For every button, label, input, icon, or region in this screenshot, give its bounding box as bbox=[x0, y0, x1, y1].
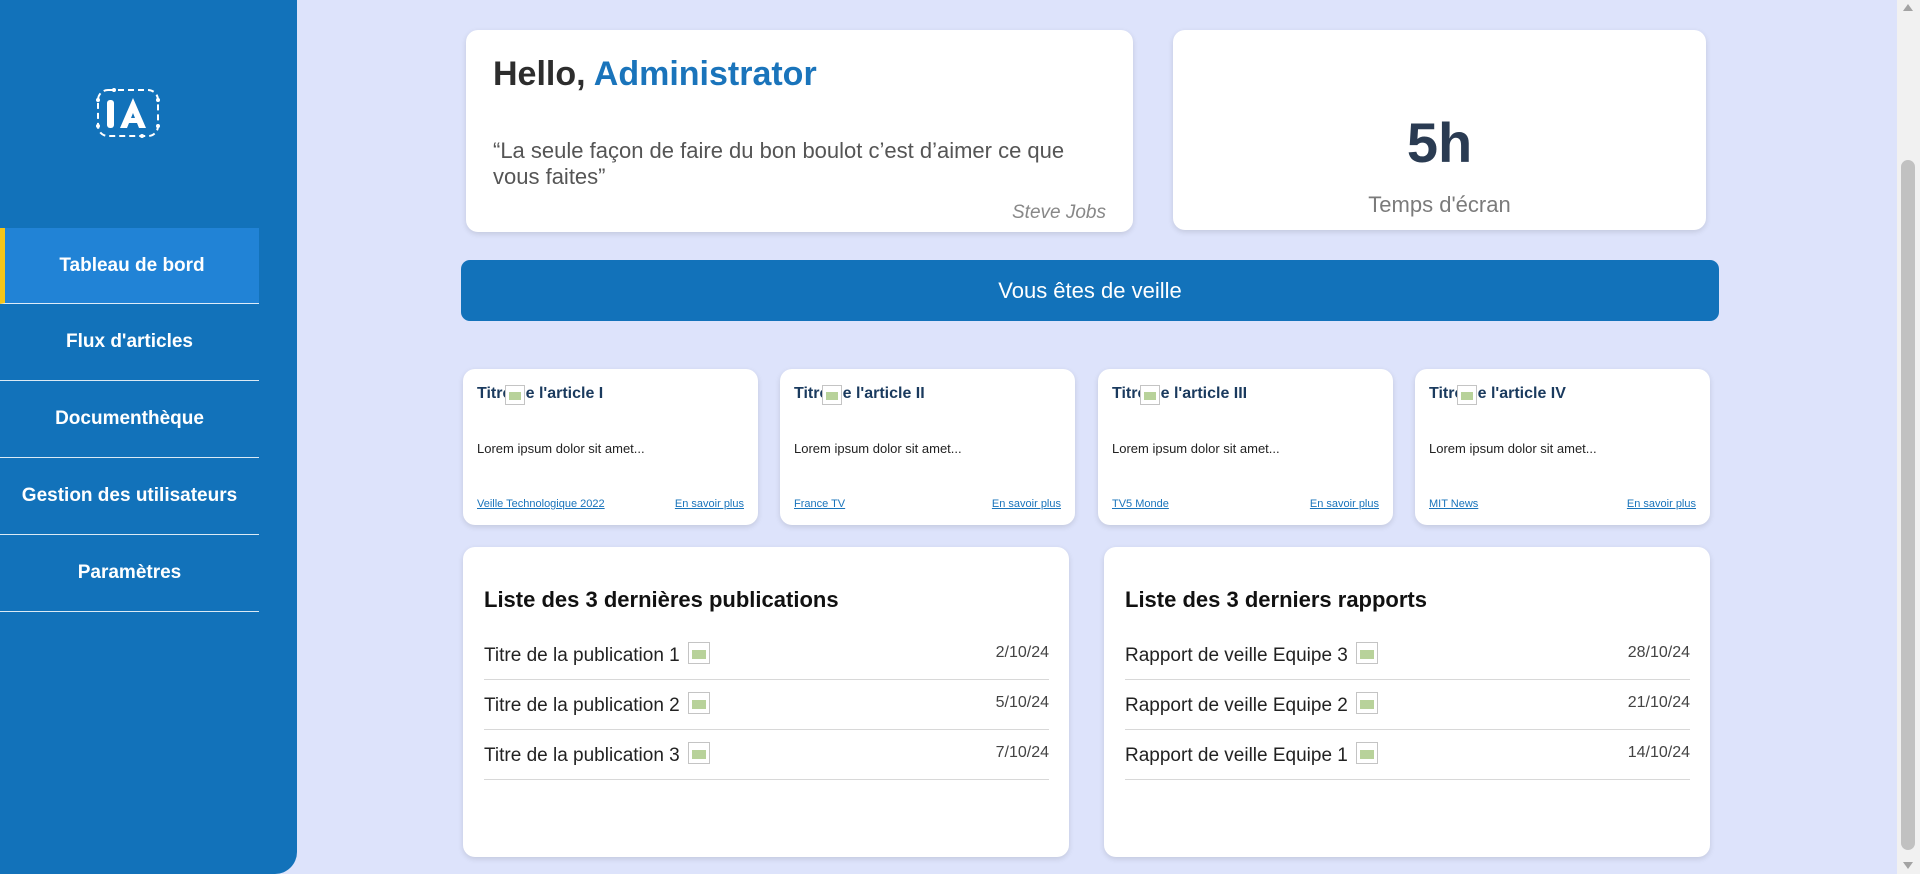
screen-time-label: Temps d'écran bbox=[1368, 192, 1511, 217]
publication-date: 5/10/24 bbox=[995, 694, 1049, 711]
article-description: Lorem ipsum dolor sit amet... bbox=[1112, 441, 1280, 456]
reports-card: Liste des 3 derniers rapports Rapport de… bbox=[1104, 547, 1710, 857]
sidebar-item-document-library[interactable]: Documenthèque bbox=[0, 381, 259, 458]
scroll-down-arrow-icon[interactable] bbox=[1903, 862, 1913, 869]
publication-name: Titre de la publication 3 bbox=[484, 745, 680, 766]
article-source-link[interactable]: TV5 Monde bbox=[1112, 498, 1169, 510]
broken-image-icon bbox=[1355, 742, 1378, 764]
broken-image-icon bbox=[1457, 385, 1477, 405]
publication-name: Titre de la publication 1 bbox=[484, 645, 680, 666]
publication-row[interactable]: Titre de la publication 3 7/10/24 bbox=[484, 729, 1049, 780]
reports-title: Liste des 3 derniers rapports bbox=[1125, 587, 1427, 612]
broken-image-icon bbox=[687, 742, 710, 764]
report-name: Rapport de veille Equipe 1 bbox=[1125, 745, 1348, 766]
publication-date: 7/10/24 bbox=[995, 744, 1049, 761]
user-name: Administrator bbox=[593, 55, 817, 93]
report-name-wrap: Rapport de veille Equipe 1 bbox=[1125, 742, 1378, 767]
sidebar-item-dashboard[interactable]: Tableau de bord bbox=[0, 228, 259, 304]
report-date: 21/10/24 bbox=[1627, 694, 1690, 711]
article-source-link[interactable]: MIT News bbox=[1429, 498, 1478, 510]
broken-image-icon bbox=[1355, 642, 1378, 664]
broken-image-icon bbox=[822, 385, 842, 405]
article-title: Titre de l'article IV bbox=[1429, 385, 1566, 402]
read-more-link[interactable]: En savoir plus bbox=[1310, 498, 1379, 510]
read-more-link[interactable]: En savoir plus bbox=[992, 498, 1061, 510]
publication-row[interactable]: Titre de la publication 1 2/10/24 bbox=[484, 629, 1049, 680]
publications-card: Liste des 3 dernières publications Titre… bbox=[463, 547, 1069, 857]
broken-image-icon bbox=[1355, 692, 1378, 714]
ia-logo[interactable] bbox=[94, 86, 162, 140]
screen-time-card: 5h Temps d'écran bbox=[1173, 30, 1706, 230]
sidebar: Tableau de bord Flux d'articles Document… bbox=[0, 0, 297, 874]
article-card: Titre de l'article II Lorem ipsum dolor … bbox=[780, 369, 1075, 525]
read-more-link[interactable]: En savoir plus bbox=[1627, 498, 1696, 510]
article-description: Lorem ipsum dolor sit amet... bbox=[794, 441, 962, 456]
article-description: Lorem ipsum dolor sit amet... bbox=[477, 441, 645, 456]
broken-image-icon bbox=[687, 642, 710, 664]
sidebar-nav: Tableau de bord Flux d'articles Document… bbox=[0, 228, 259, 612]
read-more-link[interactable]: En savoir plus bbox=[675, 498, 744, 510]
publication-name-wrap: Titre de la publication 1 bbox=[484, 642, 710, 667]
scrollbar-thumb[interactable] bbox=[1901, 160, 1915, 850]
quote-author: Steve Jobs bbox=[1012, 202, 1106, 223]
report-row[interactable]: Rapport de veille Equipe 1 14/10/24 bbox=[1125, 729, 1690, 780]
publication-name: Titre de la publication 2 bbox=[484, 695, 680, 716]
article-description: Lorem ipsum dolor sit amet... bbox=[1429, 441, 1597, 456]
article-source-link[interactable]: France TV bbox=[794, 498, 845, 510]
sidebar-item-settings[interactable]: Paramètres bbox=[0, 535, 259, 612]
article-card: Titre de l'article III Lorem ipsum dolor… bbox=[1098, 369, 1393, 525]
sidebar-item-article-feed[interactable]: Flux d'articles bbox=[0, 304, 259, 381]
broken-image-icon bbox=[505, 385, 525, 405]
article-source-link[interactable]: Veille Technologique 2022 bbox=[477, 498, 605, 510]
screen-time-value: 5h bbox=[1406, 111, 1473, 174]
report-name: Rapport de veille Equipe 2 bbox=[1125, 695, 1348, 716]
article-card: Titre de l'article I Lorem ipsum dolor s… bbox=[463, 369, 758, 525]
article-title: Titre de l'article II bbox=[794, 385, 925, 402]
article-title: Titre de l'article I bbox=[477, 385, 604, 402]
report-name-wrap: Rapport de veille Equipe 2 bbox=[1125, 692, 1378, 717]
report-date: 14/10/24 bbox=[1627, 744, 1690, 761]
article-title: Titre de l'article III bbox=[1112, 385, 1248, 402]
on-duty-banner[interactable]: Vous êtes de veille bbox=[461, 260, 1719, 321]
greeting-card: Hello, Administrator “La seule façon de … bbox=[466, 30, 1133, 232]
article-card: Titre de l'article IV Lorem ipsum dolor … bbox=[1415, 369, 1710, 525]
report-row[interactable]: Rapport de veille Equipe 3 28/10/24 bbox=[1125, 629, 1690, 680]
greeting-heading: Hello, Administrator bbox=[493, 55, 817, 94]
broken-image-icon bbox=[1140, 385, 1160, 405]
sidebar-item-user-management[interactable]: Gestion des utilisateurs bbox=[0, 458, 259, 535]
publication-name-wrap: Titre de la publication 3 bbox=[484, 742, 710, 767]
publication-name-wrap: Titre de la publication 2 bbox=[484, 692, 710, 717]
publications-title: Liste des 3 dernières publications bbox=[484, 587, 839, 612]
publication-row[interactable]: Titre de la publication 2 5/10/24 bbox=[484, 679, 1049, 730]
report-name-wrap: Rapport de veille Equipe 3 bbox=[1125, 642, 1378, 667]
report-row[interactable]: Rapport de veille Equipe 2 21/10/24 bbox=[1125, 679, 1690, 730]
publication-date: 2/10/24 bbox=[995, 644, 1049, 661]
broken-image-icon bbox=[687, 692, 710, 714]
scroll-up-arrow-icon[interactable] bbox=[1903, 4, 1913, 11]
greeting-hello: Hello, bbox=[493, 55, 586, 93]
report-name: Rapport de veille Equipe 3 bbox=[1125, 645, 1348, 666]
quote-text: “La seule façon de faire du bon boulot c… bbox=[493, 138, 1065, 189]
report-date: 28/10/24 bbox=[1627, 644, 1690, 661]
